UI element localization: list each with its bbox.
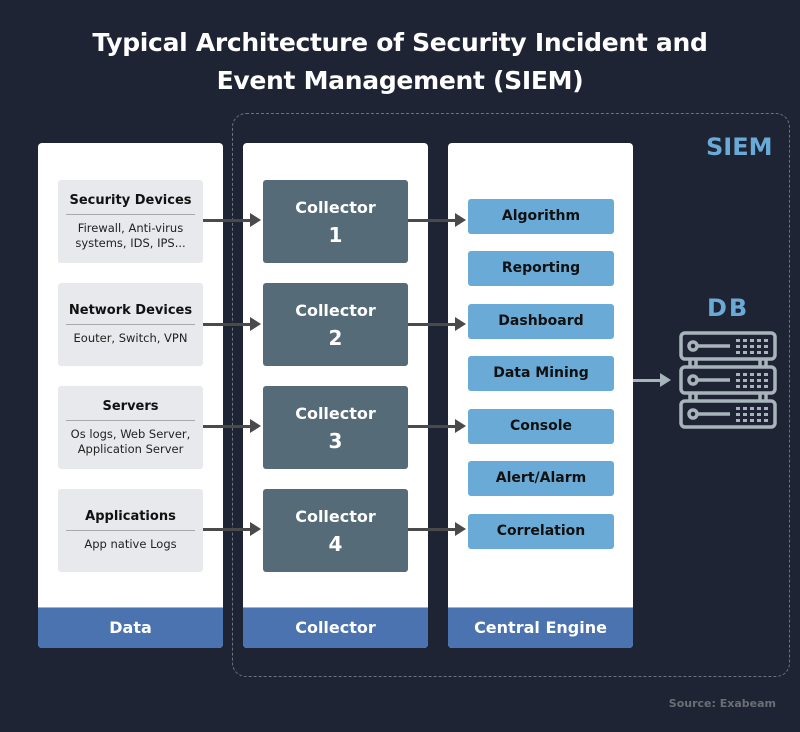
central-engine-column-footer: Central Engine bbox=[448, 607, 633, 648]
arrow-engine-to-db bbox=[633, 373, 671, 387]
collector-number: 4 bbox=[328, 532, 343, 556]
arrow-collector2-to-dashboard bbox=[408, 317, 466, 331]
engine-module-console: Console bbox=[468, 409, 614, 444]
data-column: Security Devices Firewall, Anti-virus sy… bbox=[38, 143, 223, 648]
engine-module-data-mining: Data Mining bbox=[468, 356, 614, 391]
engine-module-algorithm: Algorithm bbox=[468, 199, 614, 234]
collector-1: Collector 1 bbox=[263, 180, 408, 263]
source-desc: systems, IDS, IPS... bbox=[75, 236, 186, 250]
arrow-collector3-to-console bbox=[408, 419, 466, 433]
source-desc: Firewall, Anti-virus bbox=[77, 221, 184, 235]
collector-name: Collector bbox=[295, 404, 376, 423]
engine-module-reporting: Reporting bbox=[468, 251, 614, 286]
collector-number: 3 bbox=[328, 429, 343, 453]
source-applications: Applications App native Logs bbox=[58, 489, 203, 572]
source-security-devices: Security Devices Firewall, Anti-virus sy… bbox=[58, 180, 203, 263]
data-column-footer: Data bbox=[38, 607, 223, 648]
source-note: Source: Exabeam bbox=[668, 697, 776, 710]
title-line-2: Event Management (SIEM) bbox=[216, 66, 584, 95]
source-network-devices: Network Devices Eouter, Switch, VPN bbox=[58, 283, 203, 366]
source-title: Network Devices bbox=[66, 303, 195, 325]
engine-module-alert-alarm: Alert/Alarm bbox=[468, 461, 614, 496]
db-label: DB bbox=[707, 294, 750, 322]
engine-module-correlation: Correlation bbox=[468, 514, 614, 549]
collector-number: 1 bbox=[328, 223, 343, 247]
diagram-title: Typical Architecture of Security Inciden… bbox=[0, 24, 800, 100]
collector-name: Collector bbox=[295, 198, 376, 217]
arrow-source1-to-collector1 bbox=[203, 213, 261, 227]
arrow-collector4-to-correlation bbox=[408, 522, 466, 536]
source-desc: Eouter, Switch, VPN bbox=[73, 331, 188, 345]
arrow-source3-to-collector3 bbox=[203, 419, 261, 433]
arrow-collector1-to-algorithm bbox=[408, 213, 466, 227]
siem-label: SIEM bbox=[706, 133, 773, 161]
source-title: Security Devices bbox=[66, 193, 195, 215]
source-title: Servers bbox=[66, 399, 195, 421]
collector-column: Collector 1 Collector 2 Collector 3 Coll… bbox=[243, 143, 428, 648]
source-desc: Application Server bbox=[77, 442, 184, 456]
central-engine-column: Algorithm Reporting Dashboard Data Minin… bbox=[448, 143, 633, 648]
server-stack-icon bbox=[679, 331, 777, 429]
collector-4: Collector 4 bbox=[263, 489, 408, 572]
title-line-1: Typical Architecture of Security Inciden… bbox=[92, 28, 708, 57]
collector-number: 2 bbox=[328, 326, 343, 350]
collector-3: Collector 3 bbox=[263, 386, 408, 469]
arrow-source4-to-collector4 bbox=[203, 522, 261, 536]
source-servers: Servers Os logs, Web Server, Application… bbox=[58, 386, 203, 469]
engine-module-dashboard: Dashboard bbox=[468, 304, 614, 339]
collector-2: Collector 2 bbox=[263, 283, 408, 366]
collector-name: Collector bbox=[295, 301, 376, 320]
source-title: Applications bbox=[66, 509, 195, 531]
source-desc: App native Logs bbox=[84, 537, 177, 551]
collector-name: Collector bbox=[295, 507, 376, 526]
collector-column-footer: Collector bbox=[243, 607, 428, 648]
source-desc: Os logs, Web Server, bbox=[70, 427, 191, 441]
arrow-source2-to-collector2 bbox=[203, 317, 261, 331]
